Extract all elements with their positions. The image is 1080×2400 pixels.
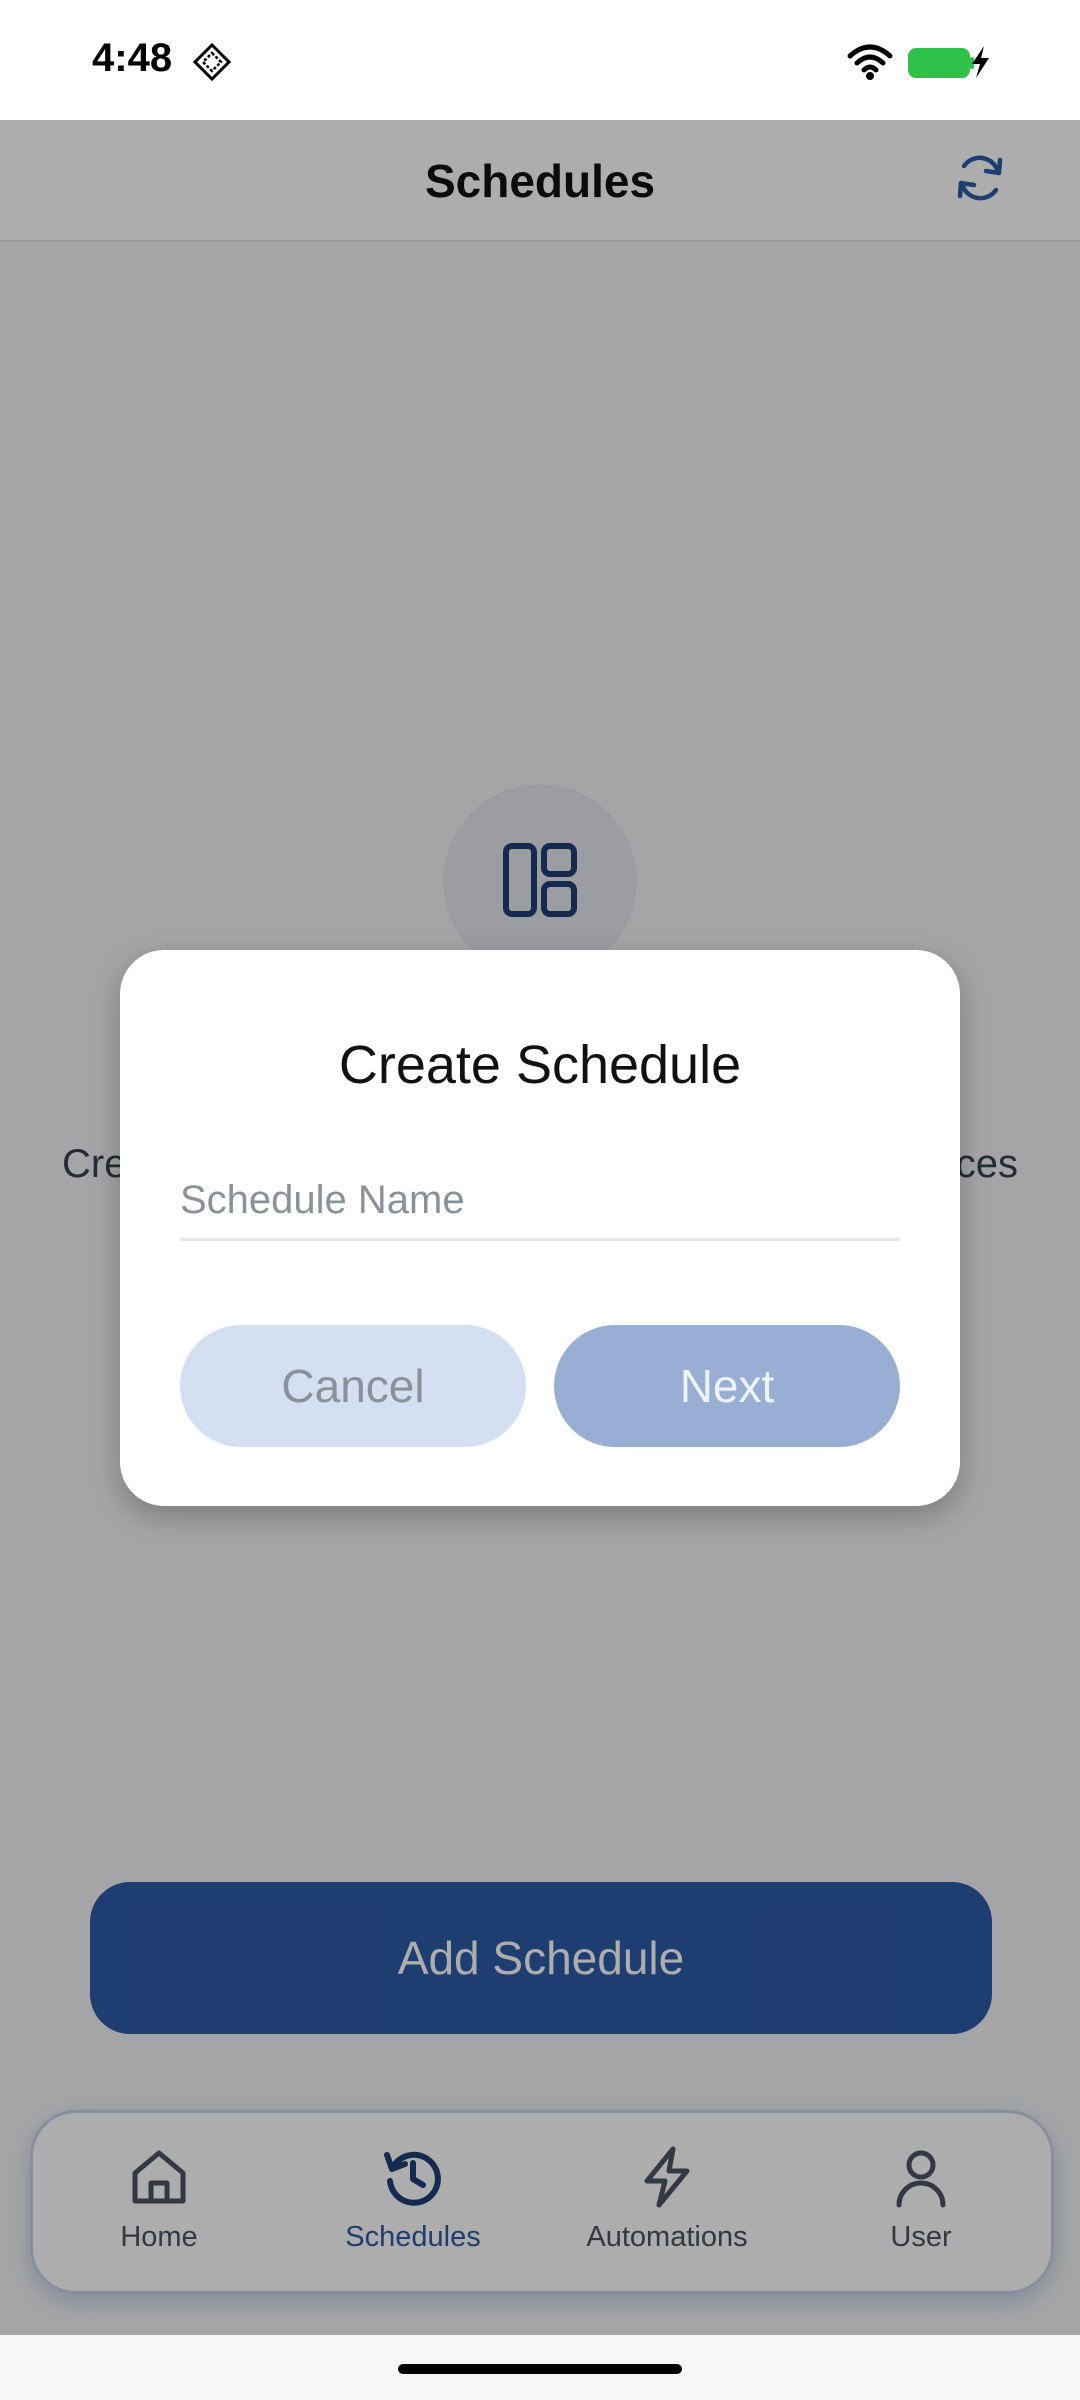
wifi-icon — [847, 44, 893, 80]
cancel-button[interactable]: Cancel — [180, 1325, 526, 1447]
create-schedule-dialog: Create Schedule Cancel Next — [120, 950, 960, 1506]
location-diamond-icon — [192, 42, 232, 82]
status-bar: 4:48 — [0, 0, 1080, 120]
dialog-title: Create Schedule — [338, 1035, 742, 1095]
home-indicator[interactable] — [398, 2364, 682, 2374]
status-time: 4:48 — [92, 36, 173, 80]
schedule-name-input[interactable] — [180, 1162, 900, 1241]
battery-charging-icon — [908, 46, 989, 78]
next-button[interactable]: Next — [554, 1325, 900, 1447]
